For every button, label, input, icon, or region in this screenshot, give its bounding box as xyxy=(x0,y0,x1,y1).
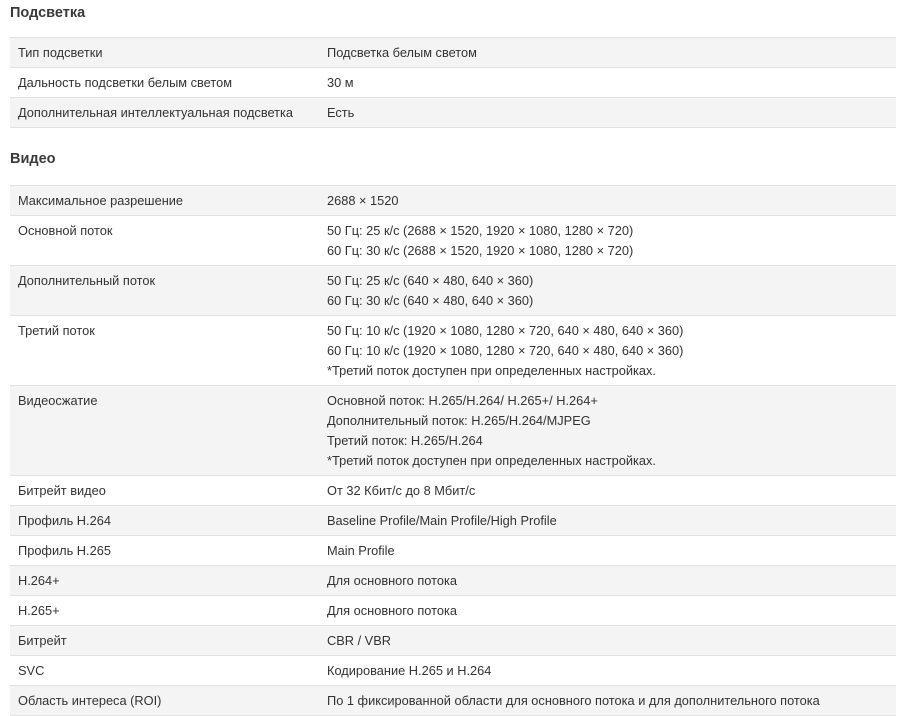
spec-row: Максимальное разрешение 2688 × 1520 xyxy=(10,185,896,216)
spec-value: Подсветка белым светом xyxy=(319,37,896,68)
spec-value: Основной поток: H.265/H.264/ H.265+/ H.2… xyxy=(319,385,896,476)
spec-value-line: *Третий поток доступен при определенных … xyxy=(327,362,656,378)
spec-value-line: 50 Гц: 10 к/с (1920 × 1080, 1280 × 720, … xyxy=(327,322,684,338)
spec-value: Baseline Profile/Main Profile/High Profi… xyxy=(319,505,896,536)
spec-value: От 32 Кбит/с до 8 Мбит/с xyxy=(319,475,896,506)
spec-value: Для основного потока xyxy=(319,595,896,626)
spec-value-line: От 32 Кбит/с до 8 Мбит/с xyxy=(327,482,476,498)
spec-label: Тип подсветки xyxy=(10,37,319,68)
spec-label: Дополнительная интеллектуальная подсветк… xyxy=(10,97,319,128)
spec-row: H.264+ Для основного потока xyxy=(10,565,896,596)
spec-value-line: Main Profile xyxy=(327,542,395,558)
spec-value: 50 Гц: 10 к/с (1920 × 1080, 1280 × 720, … xyxy=(319,315,896,386)
spec-row: Третий поток 50 Гц: 10 к/с (1920 × 1080, … xyxy=(10,315,896,386)
spec-value-line: 50 Гц: 25 к/с (2688 × 1520, 1920 × 1080,… xyxy=(327,222,634,238)
spec-row: Тип подсветки Подсветка белым светом xyxy=(10,37,896,68)
spec-label: H.264+ xyxy=(10,565,319,596)
spec-value-line: Третий поток: H.265/H.264 xyxy=(327,432,483,448)
spec-value-line: Основной поток: H.265/H.264/ H.265+/ H.2… xyxy=(327,392,598,408)
spec-row: Основной поток 50 Гц: 25 к/с (2688 × 1520… xyxy=(10,215,896,266)
spec-value-line: Baseline Profile/Main Profile/High Profi… xyxy=(327,512,557,528)
spec-value-line: Подсветка белым светом xyxy=(327,44,477,60)
spec-value-line: Для основного потока xyxy=(327,602,457,618)
spec-row: Видеосжатие Основной поток: H.265/H.264/ … xyxy=(10,385,896,476)
spec-row: Дополнительная интеллектуальная подсветк… xyxy=(10,97,896,128)
spec-value-line: 50 Гц: 25 к/с (640 × 480, 640 × 360) xyxy=(327,272,534,288)
spec-value-line: 60 Гц: 30 к/с (640 × 480, 640 × 360) xyxy=(327,292,534,308)
spec-value: Main Profile xyxy=(319,535,896,566)
spec-label: Профиль H.264 xyxy=(10,505,319,536)
spec-value-line: *Третий поток доступен при определенных … xyxy=(327,452,656,468)
spec-value: Есть xyxy=(319,97,896,128)
spec-row: Профиль H.265 Main Profile xyxy=(10,535,896,566)
spec-row: Битрейт видео От 32 Кбит/с до 8 Мбит/с xyxy=(10,475,896,506)
spec-value-line: 60 Гц: 30 к/с (2688 × 1520, 1920 × 1080,… xyxy=(327,242,634,258)
spec-value-line: Для основного потока xyxy=(327,572,457,588)
spec-row: H.265+ Для основного потока xyxy=(10,595,896,626)
spec-value-line: Есть xyxy=(327,104,355,120)
spec-value-line: Дополнительный поток: H.265/H.264/MJPEG xyxy=(327,412,591,428)
spec-label: Дальность подсветки белым светом xyxy=(10,67,319,98)
spec-label: Видеосжатие xyxy=(10,385,319,476)
spec-label: Дополнительный поток xyxy=(10,265,319,316)
spec-value: CBR / VBR xyxy=(319,625,896,656)
spec-value-line: По 1 фиксированной области для основного… xyxy=(327,692,820,708)
spec-row: Дальность подсветки белым светом 30 м xyxy=(10,67,896,98)
spec-value: Кодирование H.265 и H.264 xyxy=(319,655,896,686)
spec-label: H.265+ xyxy=(10,595,319,626)
spec-value-line: 60 Гц: 10 к/с (1920 × 1080, 1280 × 720, … xyxy=(327,342,684,358)
spec-row: SVC Кодирование H.265 и H.264 xyxy=(10,655,896,686)
spec-label: Битрейт видео xyxy=(10,475,319,506)
spec-value-line: 2688 × 1520 xyxy=(327,192,399,208)
spec-row: Профиль H.264 Baseline Profile/Main Profi… xyxy=(10,505,896,536)
spec-value: 50 Гц: 25 к/с (2688 × 1520, 1920 × 1080,… xyxy=(319,215,896,266)
spec-page: Подсветка Тип подсветки Подсветка белым с… xyxy=(0,0,905,716)
spec-value-line: 30 м xyxy=(327,74,354,90)
spec-value: 2688 × 1520 xyxy=(319,185,896,216)
spec-table-video: Максимальное разрешение 2688 × 1520 Основн… xyxy=(10,185,896,716)
spec-row: Дополнительный поток 50 Гц: 25 к/с (640 ×… xyxy=(10,265,896,316)
spec-value: 30 м xyxy=(319,67,896,98)
section-title-illumination: Подсветка xyxy=(10,5,86,21)
spec-label: Третий поток xyxy=(10,315,319,386)
spec-row: Область интереса (ROI) По 1 фиксированной… xyxy=(10,685,896,716)
spec-value: Для основного потока xyxy=(319,565,896,596)
section-title-video: Видео xyxy=(10,151,56,167)
spec-label: Максимальное разрешение xyxy=(10,185,319,216)
spec-value-line: Кодирование H.265 и H.264 xyxy=(327,662,492,678)
spec-row: Битрейт CBR / VBR xyxy=(10,625,896,656)
spec-value: По 1 фиксированной области для основного… xyxy=(319,685,896,716)
spec-value: 50 Гц: 25 к/с (640 × 480, 640 × 360) 60 Г… xyxy=(319,265,896,316)
spec-value-line: CBR / VBR xyxy=(327,632,391,648)
spec-label: Профиль H.265 xyxy=(10,535,319,566)
spec-label: Битрейт xyxy=(10,625,319,656)
spec-table-illumination: Тип подсветки Подсветка белым светом Дальн… xyxy=(10,37,896,128)
spec-label: SVC xyxy=(10,655,319,686)
spec-label: Область интереса (ROI) xyxy=(10,685,319,716)
spec-label: Основной поток xyxy=(10,215,319,266)
